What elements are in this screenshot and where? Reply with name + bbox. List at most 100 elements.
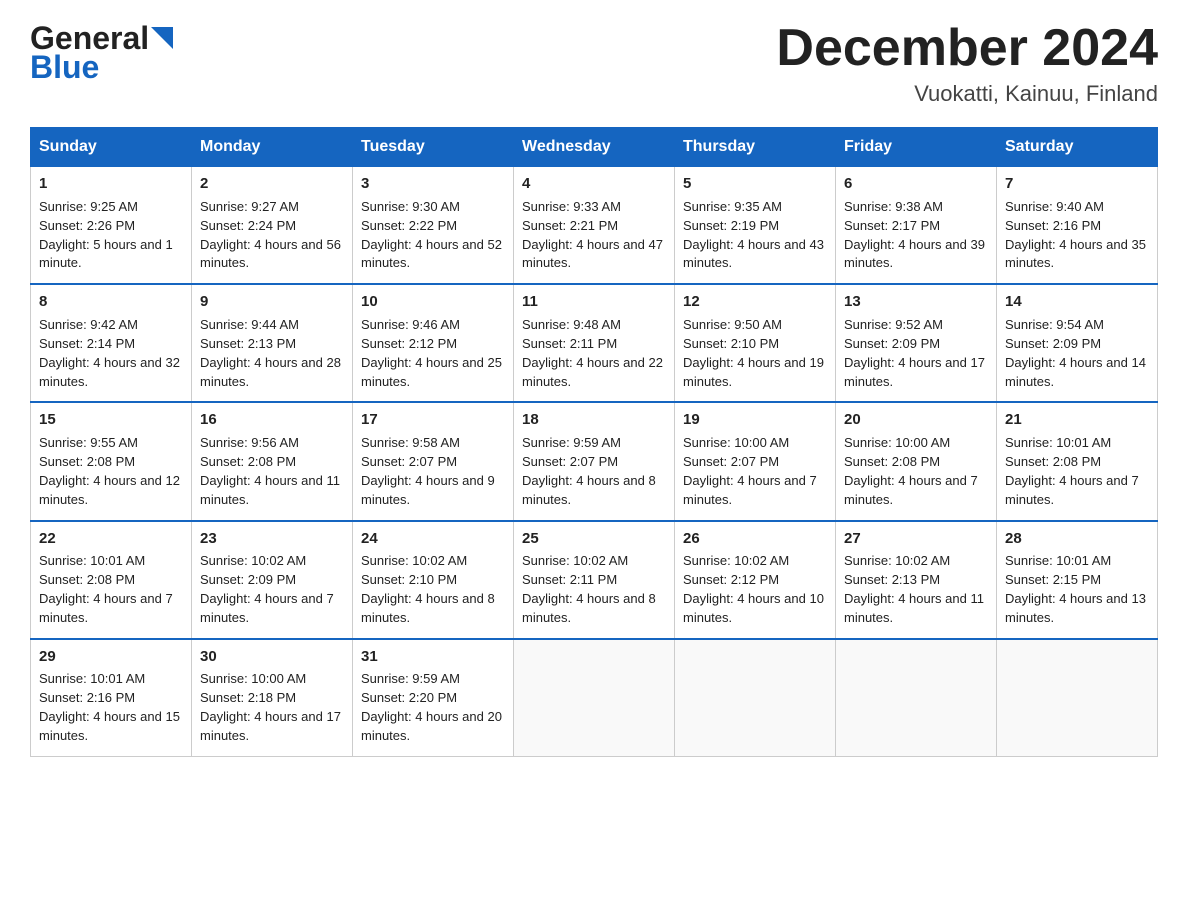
col-header-sunday: Sunday (31, 128, 192, 167)
col-header-wednesday: Wednesday (514, 128, 675, 167)
col-header-monday: Monday (192, 128, 353, 167)
daylight-text: Daylight: 5 hours and 1 minute. (39, 237, 173, 271)
calendar-cell: 10Sunrise: 9:46 AMSunset: 2:12 PMDayligh… (353, 284, 514, 402)
calendar-cell: 31Sunrise: 9:59 AMSunset: 2:20 PMDayligh… (353, 639, 514, 757)
calendar-cell: 4Sunrise: 9:33 AMSunset: 2:21 PMDaylight… (514, 167, 675, 285)
daylight-text: Daylight: 4 hours and 11 minutes. (844, 591, 984, 625)
sunset-text: Sunset: 2:11 PM (522, 572, 617, 587)
calendar-cell: 25Sunrise: 10:02 AMSunset: 2:11 PMDaylig… (514, 521, 675, 639)
daylight-text: Daylight: 4 hours and 17 minutes. (844, 355, 985, 389)
daylight-text: Daylight: 4 hours and 7 minutes. (844, 473, 978, 507)
sunset-text: Sunset: 2:07 PM (522, 454, 618, 469)
daylight-text: Daylight: 4 hours and 7 minutes. (200, 591, 334, 625)
sunset-text: Sunset: 2:26 PM (39, 218, 135, 233)
day-number: 16 (200, 409, 344, 431)
daylight-text: Daylight: 4 hours and 9 minutes. (361, 473, 495, 507)
day-number: 22 (39, 528, 183, 550)
sunset-text: Sunset: 2:07 PM (683, 454, 779, 469)
sunset-text: Sunset: 2:09 PM (844, 336, 940, 351)
sunrise-text: Sunrise: 10:02 AM (683, 553, 789, 568)
calendar-cell: 14Sunrise: 9:54 AMSunset: 2:09 PMDayligh… (997, 284, 1158, 402)
daylight-text: Daylight: 4 hours and 56 minutes. (200, 237, 341, 271)
sunrise-text: Sunrise: 9:35 AM (683, 199, 782, 214)
sunrise-text: Sunrise: 9:48 AM (522, 317, 621, 332)
sunset-text: Sunset: 2:16 PM (39, 690, 135, 705)
sunset-text: Sunset: 2:13 PM (844, 572, 940, 587)
sunset-text: Sunset: 2:14 PM (39, 336, 135, 351)
day-number: 19 (683, 409, 827, 431)
sunrise-text: Sunrise: 10:02 AM (361, 553, 467, 568)
week-row-2: 8Sunrise: 9:42 AMSunset: 2:14 PMDaylight… (31, 284, 1158, 402)
location-subtitle: Vuokatti, Kainuu, Finland (776, 81, 1158, 107)
calendar-cell: 13Sunrise: 9:52 AMSunset: 2:09 PMDayligh… (836, 284, 997, 402)
day-number: 17 (361, 409, 505, 431)
sunset-text: Sunset: 2:17 PM (844, 218, 940, 233)
sunrise-text: Sunrise: 9:56 AM (200, 435, 299, 450)
calendar-cell: 15Sunrise: 9:55 AMSunset: 2:08 PMDayligh… (31, 402, 192, 520)
day-number: 11 (522, 291, 666, 313)
calendar-cell: 17 Sunrise: 9:58 AM Sunset: 2:07 PM Dayligh… (353, 402, 514, 520)
col-header-thursday: Thursday (675, 128, 836, 167)
logo: General Blue (30, 20, 173, 86)
day-number: 21 (1005, 409, 1149, 431)
calendar-cell: 19Sunrise: 10:00 AMSunset: 2:07 PMDaylig… (675, 402, 836, 520)
calendar-cell: 24Sunrise: 10:02 AMSunset: 2:10 PMDaylig… (353, 521, 514, 639)
logo-triangle-icon (151, 27, 173, 49)
day-number: 24 (361, 528, 505, 550)
title-block: December 2024 Vuokatti, Kainuu, Finland (776, 20, 1158, 107)
calendar-cell (514, 639, 675, 757)
calendar-cell: 27Sunrise: 10:02 AMSunset: 2:13 PMDaylig… (836, 521, 997, 639)
week-row-3: 15Sunrise: 9:55 AMSunset: 2:08 PMDayligh… (31, 402, 1158, 520)
sunset-text: Sunset: 2:07 PM (361, 454, 457, 469)
day-number: 3 (361, 173, 505, 195)
col-header-tuesday: Tuesday (353, 128, 514, 167)
calendar-cell: 28Sunrise: 10:01 AMSunset: 2:15 PMDaylig… (997, 521, 1158, 639)
day-number: 15 (39, 409, 183, 431)
sunset-text: Sunset: 2:16 PM (1005, 218, 1101, 233)
sunset-text: Sunset: 2:21 PM (522, 218, 618, 233)
daylight-text: Daylight: 4 hours and 7 minutes. (683, 473, 817, 507)
day-number: 5 (683, 173, 827, 195)
sunset-text: Sunset: 2:11 PM (522, 336, 617, 351)
sunrise-text: Sunrise: 9:30 AM (361, 199, 460, 214)
sunset-text: Sunset: 2:10 PM (683, 336, 779, 351)
sunrise-text: Sunrise: 9:38 AM (844, 199, 943, 214)
daylight-text: Daylight: 4 hours and 7 minutes. (39, 591, 173, 625)
sunrise-text: Sunrise: 9:58 AM (361, 435, 460, 450)
day-number: 14 (1005, 291, 1149, 313)
daylight-text: Daylight: 4 hours and 22 minutes. (522, 355, 663, 389)
sunrise-text: Sunrise: 9:46 AM (361, 317, 460, 332)
calendar-cell: 21Sunrise: 10:01 AMSunset: 2:08 PMDaylig… (997, 402, 1158, 520)
day-number: 8 (39, 291, 183, 313)
calendar-cell: 20Sunrise: 10:00 AMSunset: 2:08 PMDaylig… (836, 402, 997, 520)
sunset-text: Sunset: 2:18 PM (200, 690, 296, 705)
sunset-text: Sunset: 2:08 PM (39, 454, 135, 469)
calendar-cell: 5Sunrise: 9:35 AMSunset: 2:19 PMDaylight… (675, 167, 836, 285)
calendar-table: SundayMondayTuesdayWednesdayThursdayFrid… (30, 127, 1158, 757)
daylight-text: Daylight: 4 hours and 52 minutes. (361, 237, 502, 271)
sunset-text: Sunset: 2:20 PM (361, 690, 457, 705)
sunset-text: Sunset: 2:09 PM (200, 572, 296, 587)
calendar-cell (836, 639, 997, 757)
sunset-text: Sunset: 2:13 PM (200, 336, 296, 351)
day-number: 10 (361, 291, 505, 313)
calendar-cell: 2Sunrise: 9:27 AMSunset: 2:24 PMDaylight… (192, 167, 353, 285)
sunrise-text: Sunrise: 10:00 AM (844, 435, 950, 450)
sunset-text: Sunset: 2:08 PM (844, 454, 940, 469)
day-number: 29 (39, 646, 183, 668)
calendar-cell: 22Sunrise: 10:01 AMSunset: 2:08 PMDaylig… (31, 521, 192, 639)
sunrise-text: Sunrise: 9:27 AM (200, 199, 299, 214)
calendar-cell: 18Sunrise: 9:59 AMSunset: 2:07 PMDayligh… (514, 402, 675, 520)
sunset-text: Sunset: 2:08 PM (39, 572, 135, 587)
calendar-cell: 30Sunrise: 10:00 AMSunset: 2:18 PMDaylig… (192, 639, 353, 757)
calendar-cell: 11 Sunrise: 9:48 AM Sunset: 2:11 PM Dayligh… (514, 284, 675, 402)
daylight-text: Daylight: 4 hours and 17 minutes. (200, 709, 341, 743)
sunset-text: Sunset: 2:12 PM (361, 336, 457, 351)
week-row-1: 1Sunrise: 9:25 AMSunset: 2:26 PMDaylight… (31, 167, 1158, 285)
sunrise-text: Sunrise: 10:01 AM (39, 671, 145, 686)
day-number: 27 (844, 528, 988, 550)
sunset-text: Sunset: 2:19 PM (683, 218, 779, 233)
day-number: 12 (683, 291, 827, 313)
sunset-text: Sunset: 2:08 PM (200, 454, 296, 469)
daylight-text: Daylight: 4 hours and 11 minutes. (200, 473, 340, 507)
